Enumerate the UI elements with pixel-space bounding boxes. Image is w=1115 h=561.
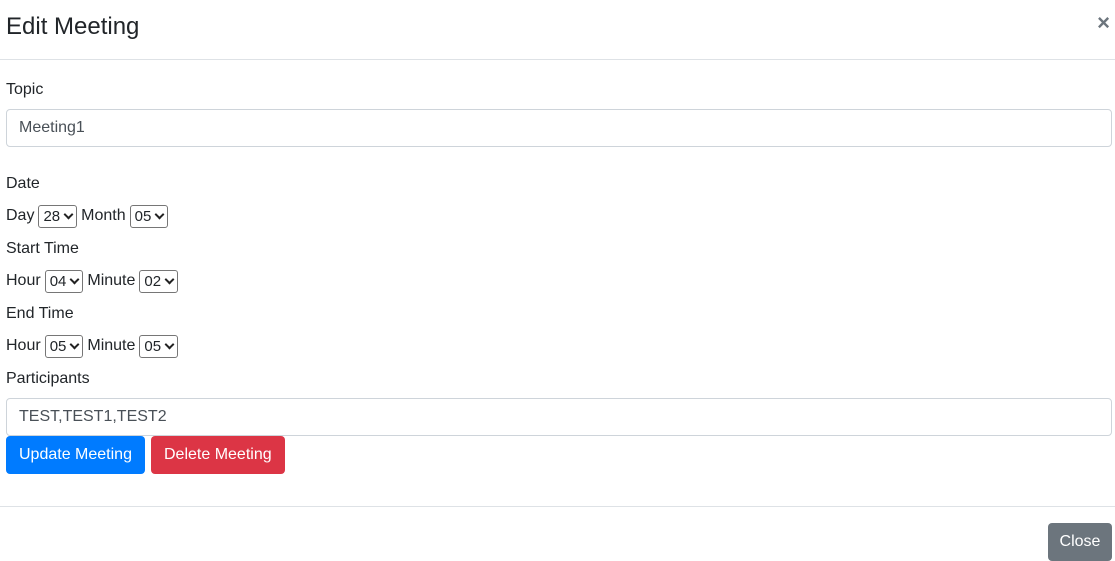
- update-meeting-button[interactable]: Update Meeting: [6, 436, 145, 474]
- day-label: Day: [6, 207, 35, 224]
- chevron-down-icon: [164, 339, 175, 350]
- start-hour-label: Hour: [6, 272, 41, 289]
- end-minute-select[interactable]: 05: [139, 334, 179, 358]
- start-time-row: Hour 04 Minute 02: [6, 269, 182, 293]
- month-select[interactable]: 05: [129, 204, 169, 228]
- participants-input[interactable]: [6, 398, 1112, 436]
- participants-label: Participants: [6, 370, 90, 387]
- start-hour-select-value: 04: [49, 272, 67, 290]
- delete-meeting-button[interactable]: Delete Meeting: [151, 436, 285, 474]
- end-hour-select[interactable]: 05: [44, 334, 84, 358]
- chevron-down-icon: [154, 209, 165, 220]
- footer-divider: [0, 506, 1115, 507]
- end-minute-label: Minute: [87, 337, 136, 354]
- close-button[interactable]: Close: [1048, 523, 1112, 561]
- start-time-label: Start Time: [6, 240, 79, 257]
- month-select-value: 05: [134, 207, 152, 225]
- start-minute-select-value: 02: [144, 272, 162, 290]
- modal-title: Edit Meeting: [6, 13, 140, 40]
- chevron-down-icon: [69, 339, 80, 350]
- topic-label: Topic: [6, 81, 44, 98]
- start-minute-label: Minute: [87, 272, 136, 289]
- chevron-down-icon: [63, 209, 74, 220]
- close-icon[interactable]: ×: [1097, 12, 1110, 34]
- end-hour-select-value: 05: [49, 337, 67, 355]
- chevron-down-icon: [69, 274, 80, 285]
- end-hour-label: Hour: [6, 337, 41, 354]
- day-select[interactable]: 28: [38, 204, 78, 228]
- start-hour-select[interactable]: 04: [44, 269, 84, 293]
- modal-header: Edit Meeting ×: [0, 0, 1115, 60]
- month-label: Month: [81, 207, 126, 224]
- date-label: Date: [6, 175, 40, 192]
- day-select-value: 28: [43, 207, 61, 225]
- date-row: Day 28 Month 05: [6, 204, 172, 228]
- chevron-down-icon: [164, 274, 175, 285]
- end-minute-select-value: 05: [144, 337, 162, 355]
- end-time-row: Hour 05 Minute 05: [6, 334, 182, 358]
- end-time-label: End Time: [6, 305, 74, 322]
- start-minute-select[interactable]: 02: [139, 269, 179, 293]
- topic-input[interactable]: [6, 109, 1112, 147]
